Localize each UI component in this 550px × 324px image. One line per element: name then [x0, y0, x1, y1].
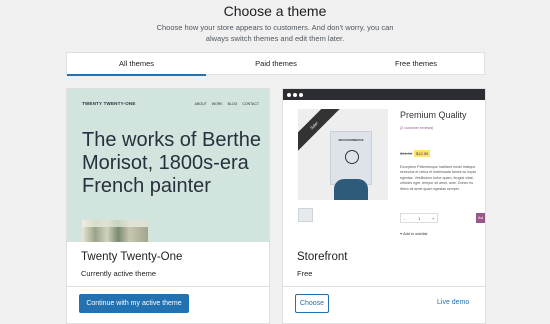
card-footer: Choose Live demo	[283, 286, 485, 323]
tab-paid-themes[interactable]: Paid themes	[206, 53, 346, 75]
heart-icon: ♥	[400, 232, 403, 236]
theme-name: Storefront	[297, 251, 348, 263]
preview-old-price: $16.00	[400, 151, 413, 156]
poster-image: WOOCOMMERCE	[330, 131, 372, 185]
preview-headline: The works of Berthe Morisot, 1800s-era F…	[82, 129, 261, 197]
preview-wishlist: ♥ Add to wishlist	[400, 232, 427, 236]
window-dot-icon	[299, 93, 303, 97]
page-title: Choose a theme	[223, 3, 327, 19]
theme-card-twenty-twenty-one: TWENTY TWENTY-ONE ABOUT WORK BLOG CONTAC…	[66, 88, 270, 324]
tab-free-themes[interactable]: Free themes	[346, 53, 486, 75]
preview-nav: ABOUT WORK BLOG CONTACT	[195, 102, 259, 106]
preview-product-title: Premium Quality	[400, 110, 467, 120]
preview-site-title: TWENTY TWENTY-ONE	[82, 101, 136, 106]
preview-nav-item: ABOUT	[194, 102, 207, 106]
live-demo-link[interactable]: Live demo	[437, 299, 469, 306]
continue-active-theme-button[interactable]: Continue with my active theme	[79, 294, 189, 313]
preview-nav-item: WORK	[211, 102, 223, 106]
preview-browser-bar	[283, 89, 485, 100]
theme-status: Currently active theme	[81, 269, 157, 278]
theme-preview-storefront[interactable]: Sale! WOOCOMMERCE Premium Quality (2 cus…	[283, 89, 485, 242]
tab-all-themes[interactable]: All themes	[67, 53, 206, 76]
qty-minus: -	[404, 216, 406, 221]
theme-card-storefront: Sale! WOOCOMMERCE Premium Quality (2 cus…	[282, 88, 486, 324]
wishlist-label: Add to wishlist	[403, 232, 428, 236]
theme-preview-twenty-twenty-one[interactable]: TWENTY TWENTY-ONE ABOUT WORK BLOG CONTAC…	[67, 89, 269, 242]
preview-painting-image	[82, 220, 148, 242]
preview-quantity-stepper: - 1 +	[400, 213, 438, 223]
preview-reviews: (2 customer reviews)	[400, 126, 434, 130]
choose-theme-button[interactable]: Choose	[295, 294, 329, 313]
window-dot-icon	[287, 93, 291, 97]
theme-tabs: All themes Paid themes Free themes	[66, 52, 486, 76]
poster-text: WOOCOMMERCE	[338, 138, 364, 142]
qty-value: 1	[418, 216, 421, 221]
preview-nav-item: CONTACT	[242, 102, 259, 106]
card-footer: Continue with my active theme	[67, 286, 269, 323]
window-dot-icon	[293, 93, 297, 97]
qty-plus: +	[432, 216, 435, 221]
theme-name: Twenty Twenty-One	[81, 251, 183, 263]
poster-emblem-icon	[345, 150, 359, 164]
preview-nav-item: BLOG	[227, 102, 238, 106]
page-subtitle: Choose how your store appears to custome…	[156, 23, 394, 43]
preview-new-price: $12.00	[414, 150, 431, 157]
preview-description: Excepteur Pellentesque habitant morbi tr…	[400, 165, 477, 191]
preview-add-to-cart: Ad	[476, 213, 485, 223]
theme-price: Free	[297, 269, 313, 278]
product-thumbnail	[298, 208, 313, 222]
preview-product-image: Sale! WOOCOMMERCE	[298, 109, 388, 200]
person-image	[334, 179, 368, 200]
